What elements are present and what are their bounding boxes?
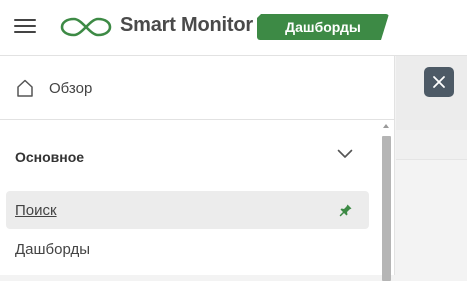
sidebar-item-overview[interactable]: Обзор: [0, 56, 395, 120]
chevron-down-icon[interactable]: [337, 149, 353, 159]
infinity-logo[interactable]: [60, 15, 112, 39]
scrollbar-thumb[interactable]: [382, 136, 391, 281]
sidebar-item-search[interactable]: Поиск: [6, 191, 369, 229]
close-sidebar-button[interactable]: [424, 67, 454, 97]
sidebar-scrollbar[interactable]: [380, 120, 392, 281]
scroll-up-arrow-icon[interactable]: [383, 124, 389, 128]
sidebar-section-main: Основное Поиск Дашборды: [0, 120, 380, 275]
section-title: Основное: [15, 149, 85, 165]
hamburger-icon[interactable]: [14, 17, 36, 35]
content-overlay-row: [396, 130, 467, 160]
top-bar: Smart Monitor Дашборды: [0, 0, 467, 56]
section-header[interactable]: Основное: [0, 120, 380, 190]
sidebar-item-label: Поиск: [15, 202, 57, 219]
sidebar-item-label: Обзор: [49, 80, 93, 97]
close-icon: [433, 76, 445, 88]
dashboards-badge[interactable]: Дашборды: [257, 14, 389, 40]
brand-name: Smart Monitor: [120, 14, 253, 36]
home-icon: [17, 79, 33, 97]
sidebar: Обзор Основное Поиск Дашборды: [0, 56, 395, 281]
sidebar-item-dashboards[interactable]: Дашборды: [6, 230, 369, 268]
pin-icon[interactable]: [339, 203, 353, 217]
sidebar-item-label: Дашборды: [15, 241, 90, 258]
